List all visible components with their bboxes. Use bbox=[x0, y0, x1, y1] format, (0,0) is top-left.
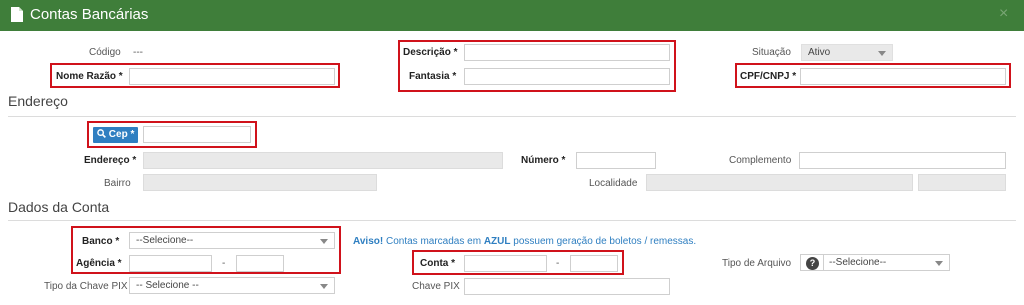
document-icon bbox=[11, 7, 23, 22]
highlight-banco-agencia bbox=[71, 226, 341, 274]
chevron-down-icon bbox=[935, 261, 943, 266]
complemento-input[interactable] bbox=[799, 152, 1006, 169]
localidade-label: Localidade bbox=[589, 178, 638, 189]
endereco-section-title: Endereço bbox=[8, 93, 68, 109]
highlight-conta bbox=[412, 250, 624, 275]
situacao-select[interactable]: Ativo bbox=[801, 44, 893, 61]
highlight-descricao-fantasia bbox=[398, 40, 676, 92]
tipo-chave-pix-select[interactable]: -- Selecione -- bbox=[129, 277, 335, 294]
aviso-highlight: AZUL bbox=[483, 236, 511, 247]
tipo-chave-pix-value: -- Selecione -- bbox=[136, 280, 199, 291]
tipo-arquivo-select[interactable]: ? --Selecione-- bbox=[800, 254, 950, 271]
situacao-value: Ativo bbox=[808, 47, 831, 58]
aviso-suffix: possuem geração de boletos / remessas. bbox=[510, 236, 697, 247]
aviso-message: Aviso! Contas marcadas em AZUL possuem g… bbox=[353, 236, 696, 247]
modal-title: Contas Bancárias bbox=[30, 6, 149, 23]
modal-header: Contas Bancárias × bbox=[0, 0, 1024, 31]
highlight-cpf-cnpj bbox=[735, 63, 1011, 88]
endereco-label: Endereço * bbox=[84, 155, 137, 166]
complemento-label: Complemento bbox=[729, 155, 792, 166]
aviso-prefix: Aviso! bbox=[353, 236, 384, 247]
bairro-input[interactable] bbox=[143, 174, 377, 191]
close-icon[interactable]: × bbox=[999, 5, 1008, 23]
bairro-label: Bairro bbox=[104, 178, 131, 189]
highlight-nome-razao bbox=[50, 63, 340, 88]
aviso-middle: Contas marcadas em bbox=[383, 236, 484, 247]
divider bbox=[823, 255, 824, 270]
tipo-chave-pix-label: Tipo da Chave PIX bbox=[44, 281, 128, 292]
numero-label: Número * bbox=[521, 155, 566, 166]
endereco-input[interactable] bbox=[143, 152, 503, 169]
section-divider bbox=[8, 116, 1016, 117]
codigo-value: --- bbox=[133, 47, 143, 58]
dados-conta-section-title: Dados da Conta bbox=[8, 199, 110, 215]
tipo-arquivo-label: Tipo de Arquivo bbox=[722, 258, 792, 269]
situacao-label: Situação bbox=[752, 47, 791, 58]
question-icon[interactable]: ? bbox=[806, 257, 819, 270]
chave-pix-input[interactable] bbox=[464, 278, 670, 295]
localidade-input[interactable] bbox=[646, 174, 913, 191]
highlight-cep bbox=[87, 121, 257, 148]
tipo-arquivo-value: --Selecione-- bbox=[829, 257, 887, 268]
chevron-down-icon bbox=[320, 284, 328, 289]
chave-pix-label: Chave PIX bbox=[412, 281, 460, 292]
chevron-down-icon bbox=[878, 51, 886, 56]
codigo-label: Código bbox=[89, 47, 121, 58]
numero-input[interactable] bbox=[576, 152, 656, 169]
section-divider bbox=[8, 220, 1016, 221]
uf-input[interactable] bbox=[918, 174, 1006, 191]
